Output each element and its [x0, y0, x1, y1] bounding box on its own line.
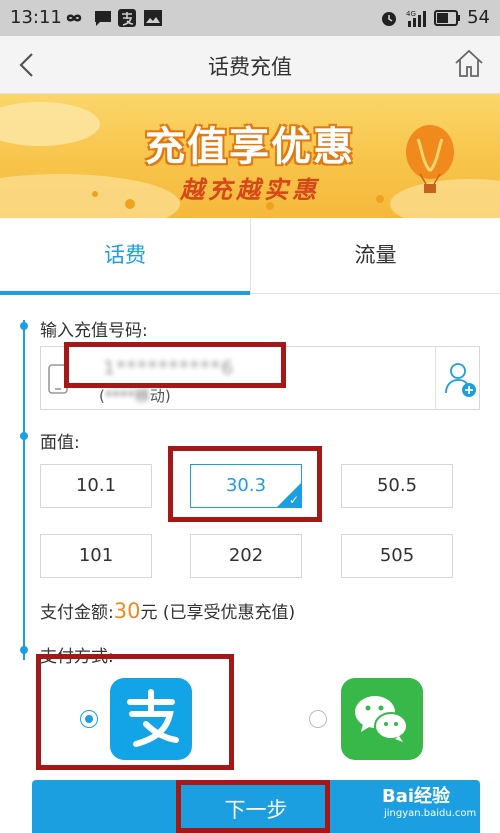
- step-timeline: [23, 320, 25, 660]
- banner-title: 充值享优惠: [145, 124, 355, 170]
- payment-amount-label: 支付金额:: [40, 603, 114, 623]
- timeline-dot: [20, 432, 28, 440]
- denomination-option[interactable]: 50.5: [341, 464, 453, 508]
- wechat-pay-radio[interactable]: [309, 710, 327, 728]
- payment-amount-unit: 元: [140, 603, 158, 623]
- add-contact-icon[interactable]: [443, 359, 477, 399]
- message-icon: [95, 11, 111, 26]
- infinity-icon: [66, 14, 82, 22]
- timeline-dot: [20, 322, 28, 330]
- annotation-box-alipay: [36, 654, 234, 770]
- tab-phone-credit[interactable]: 话费: [0, 218, 250, 295]
- 4g-signal-icon: 4G: [406, 10, 426, 27]
- carrier-suffix: 动): [149, 387, 171, 405]
- banner-subtitle: 越充越实惠: [180, 176, 320, 204]
- home-icon[interactable]: [452, 46, 486, 82]
- tab-data-plan[interactable]: 流量: [250, 218, 500, 294]
- timeline-dot: [20, 646, 28, 654]
- annotation-box-next: [176, 780, 330, 833]
- baidu-jingyan-watermark: Bai经验 jingyan.baidu.com: [382, 782, 492, 828]
- svg-text:4G: 4G: [406, 10, 416, 18]
- watermark-sub: jingyan.baidu.com: [384, 808, 477, 819]
- battery-icon: [434, 10, 460, 26]
- contact-divider: [435, 347, 436, 409]
- battery-level: 54: [467, 7, 490, 28]
- watermark-main: Bai经验: [382, 786, 451, 807]
- wechat-icon[interactable]: [341, 678, 423, 760]
- carrier-blurred: ****移: [104, 387, 150, 405]
- alarm-icon: [382, 12, 396, 26]
- denomination-option[interactable]: 202: [190, 534, 302, 578]
- recharge-tabs: 话费 流量: [0, 218, 500, 295]
- nav-bar: 话费充值: [0, 36, 500, 94]
- payment-amount-value: 30: [113, 599, 141, 623]
- status-time: 13:11: [10, 7, 62, 28]
- annotation-box-denomination: [168, 446, 322, 522]
- status-bar: 13:11 4G 54: [0, 0, 500, 36]
- denomination-option[interactable]: 10.1: [40, 464, 152, 508]
- denomination-label: 面值:: [40, 433, 80, 453]
- carrier-label: (****移动): [99, 385, 171, 406]
- payment-amount-note: (已享受优惠充值): [162, 603, 296, 623]
- denomination-option[interactable]: 101: [40, 534, 152, 578]
- denomination-option[interactable]: 505: [341, 534, 453, 578]
- recharge-number-label: 输入充值号码:: [40, 321, 148, 341]
- promo-banner[interactable]: 充值享优惠 越充越实惠: [0, 94, 500, 218]
- page-title: 话费充值: [208, 55, 292, 79]
- carrier-prefix: (: [99, 387, 105, 405]
- wechat-glyph: [355, 696, 408, 742]
- annotation-box-phone: [64, 342, 286, 388]
- payment-amount: 支付金额:30元 (已享受优惠充值): [40, 598, 295, 623]
- alipay-notification-icon: [118, 9, 136, 27]
- image-icon: [144, 10, 162, 26]
